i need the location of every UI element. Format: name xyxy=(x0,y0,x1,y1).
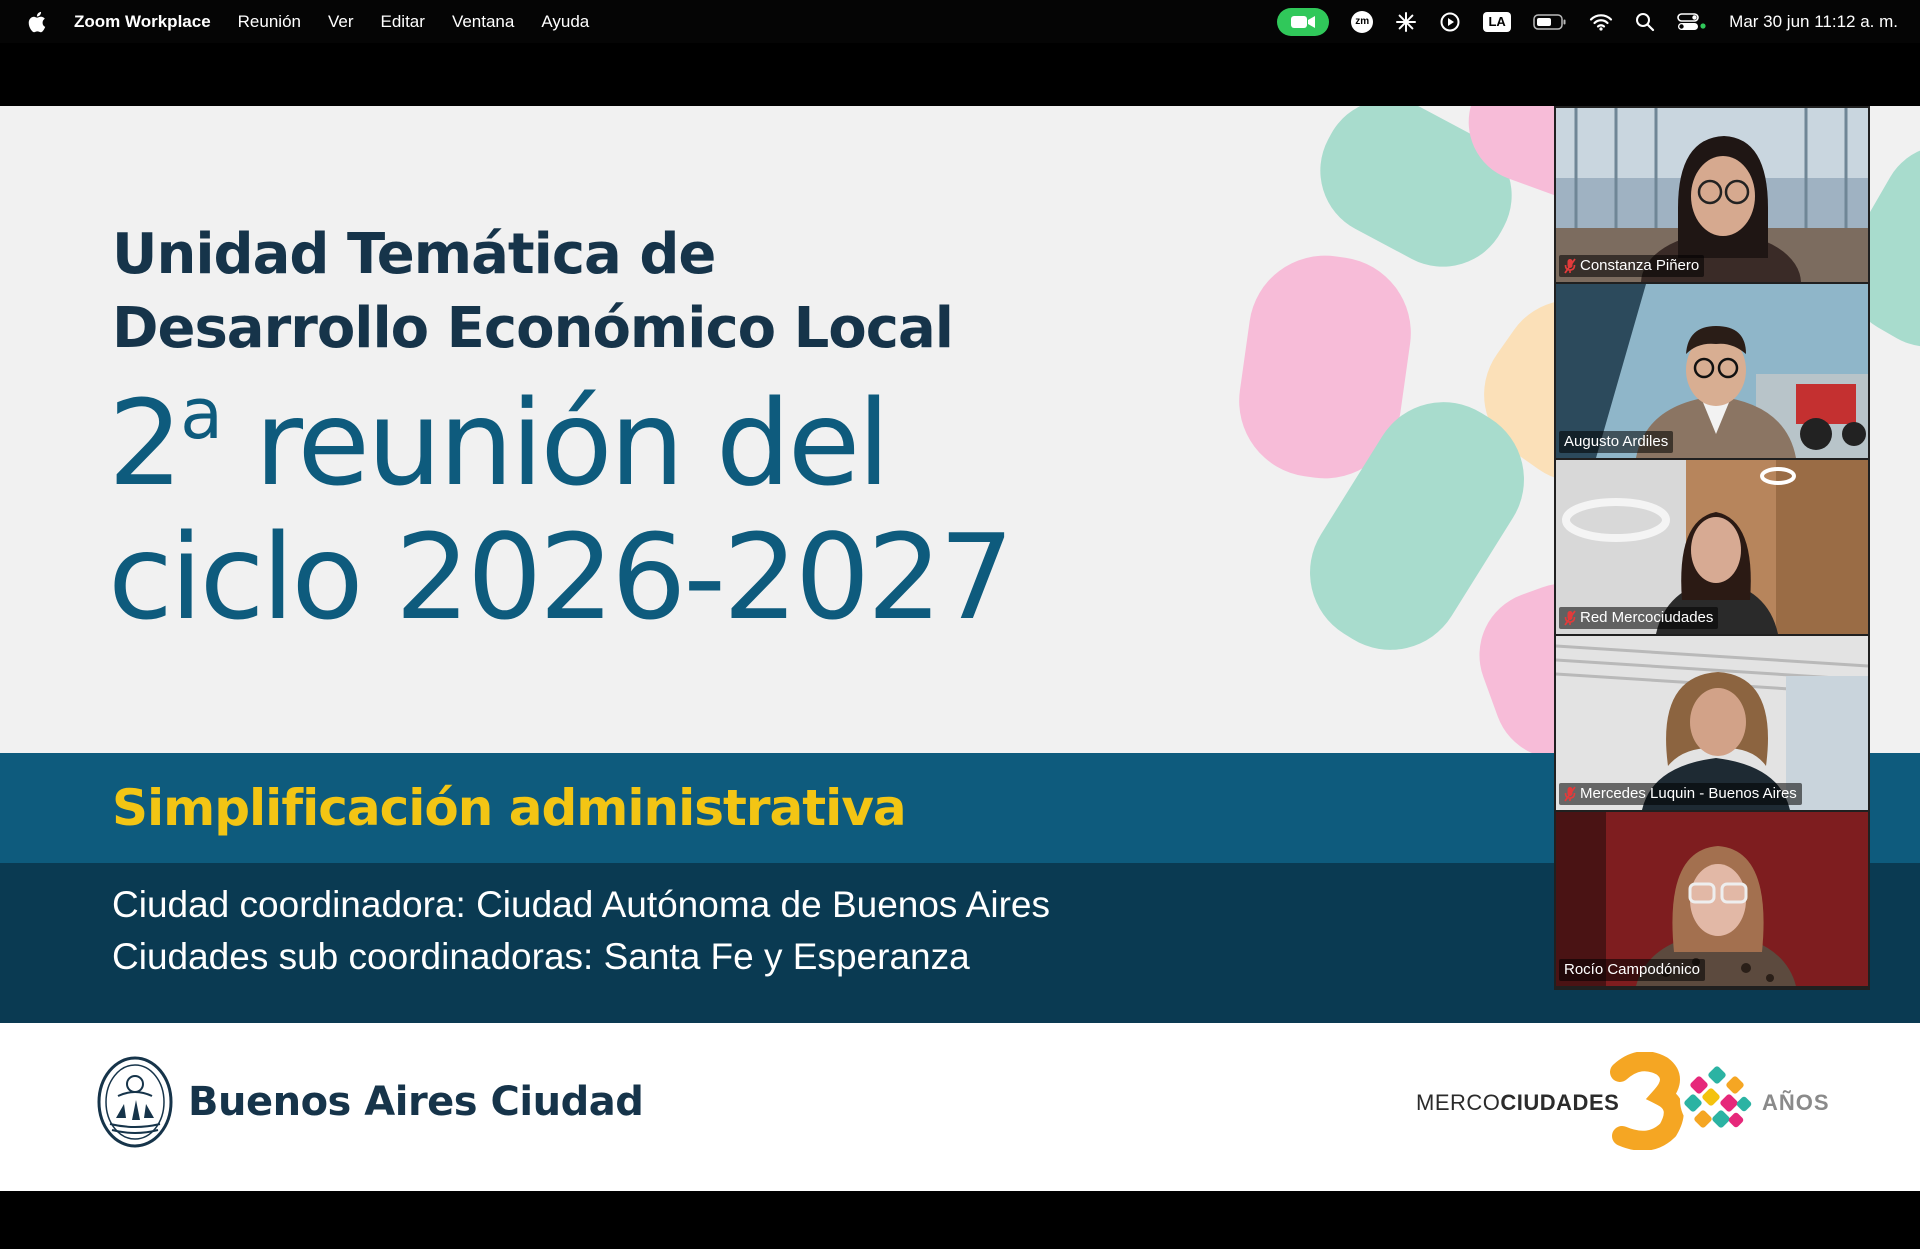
zoom-camera-icon[interactable] xyxy=(1277,7,1330,36)
app-name-menu[interactable]: Zoom Workplace xyxy=(74,12,211,32)
muted-mic-icon xyxy=(1564,610,1576,626)
mercociudades-anos-text: AÑOS xyxy=(1762,1090,1830,1115)
meeting-heading: 2a reunión del ciclo 2026-2027 xyxy=(108,376,1014,646)
participant-name: Constanza Piñero xyxy=(1580,257,1700,274)
participant-tile-constanza[interactable]: Constanza Piñero xyxy=(1556,108,1868,282)
mercociudades-bold: CIUDADES xyxy=(1500,1090,1620,1115)
participant-name-tag: Rocío Campodónico xyxy=(1559,959,1705,981)
participant-tile-rocio[interactable]: Rocío Campodónico xyxy=(1556,812,1868,986)
battery-icon[interactable] xyxy=(1533,13,1567,31)
participant-name: Red Mercociudades xyxy=(1580,609,1714,626)
menu-reunion[interactable]: Reunión xyxy=(238,12,301,32)
menu-ayuda[interactable]: Ayuda xyxy=(541,12,589,32)
buenos-aires-seal-icon xyxy=(97,1056,173,1148)
mercociudades-logo-text: MERCOCIUDADES xyxy=(1416,1089,1619,1117)
apple-menu-icon[interactable] xyxy=(26,11,48,33)
participant-name: Mercedes Luquin - Buenos Aires xyxy=(1580,785,1797,802)
zoom-bottom-bar xyxy=(0,1191,1920,1249)
status-area: zm LA Mar 30 jun 11:12 a. m. xyxy=(1255,0,1898,43)
meeting-heading-line-1: 2a reunión del xyxy=(108,376,1011,510)
participant-name: Rocío Campodónico xyxy=(1564,961,1700,978)
zoom-badge-icon[interactable]: zm xyxy=(1351,10,1374,33)
zoom-top-bar xyxy=(0,43,1920,106)
control-center-icon[interactable] xyxy=(1677,12,1707,32)
meeting-heading-line-2: ciclo 2026-2027 xyxy=(108,508,1014,646)
muted-mic-icon xyxy=(1564,258,1576,274)
buenos-aires-ciudad-logo-text: Buenos Aires Ciudad xyxy=(188,1079,644,1125)
mercociudades-prefix: MERCO xyxy=(1416,1090,1501,1115)
play-circle-icon[interactable] xyxy=(1439,11,1461,33)
sub-coordinating-cities-text: Ciudades sub coordinadoras: Santa Fe y E… xyxy=(112,936,970,977)
muted-mic-icon xyxy=(1564,786,1576,802)
meeting-number: 2 xyxy=(108,374,183,512)
participant-name: Augusto Ardiles xyxy=(1564,433,1669,450)
menubar-clock[interactable]: Mar 30 jun 11:12 a. m. xyxy=(1729,12,1898,32)
menu-ventana[interactable]: Ventana xyxy=(452,12,514,32)
subject-title: Simplificación administrativa xyxy=(112,779,907,837)
slide-title-line-2: Desarrollo Económico Local xyxy=(112,296,954,361)
menu-editar[interactable]: Editar xyxy=(381,12,425,32)
meeting-ordinal: a xyxy=(180,373,223,455)
mercociudades-30-logo-icon xyxy=(1610,1052,1752,1150)
meeting-heading-rest: reunión del xyxy=(219,374,890,512)
participant-name-tag: Augusto Ardiles xyxy=(1559,431,1674,453)
participant-tile-augusto[interactable]: Augusto Ardiles xyxy=(1556,284,1868,458)
macos-menu-bar: Zoom Workplace Reunión Ver Editar Ventan… xyxy=(0,0,1920,43)
coordinating-city-text: Ciudad coordinadora: Ciudad Autónoma de … xyxy=(112,884,1050,925)
participant-name-tag: Red Mercociudades xyxy=(1559,607,1719,629)
participant-name-tag: Constanza Piñero xyxy=(1559,255,1705,277)
slide-title-line-1: Unidad Temática de xyxy=(112,222,716,287)
sparkle-icon[interactable] xyxy=(1395,11,1417,33)
wifi-icon[interactable] xyxy=(1589,13,1613,31)
keyboard-layout-icon[interactable]: LA xyxy=(1483,11,1512,32)
participant-name-tag: Mercedes Luquin - Buenos Aires xyxy=(1559,783,1802,805)
search-icon[interactable] xyxy=(1635,12,1655,32)
slide-title: Unidad Temática de Desarrollo Económico … xyxy=(112,218,954,366)
menu-ver[interactable]: Ver xyxy=(328,12,354,32)
participant-tile-red-mercociudades[interactable]: Red Mercociudades xyxy=(1556,460,1868,634)
participant-gallery: Constanza Piñero Augusto Ardiles Red Mer… xyxy=(1554,106,1870,990)
participant-tile-mercedes[interactable]: Mercedes Luquin - Buenos Aires xyxy=(1556,636,1868,810)
